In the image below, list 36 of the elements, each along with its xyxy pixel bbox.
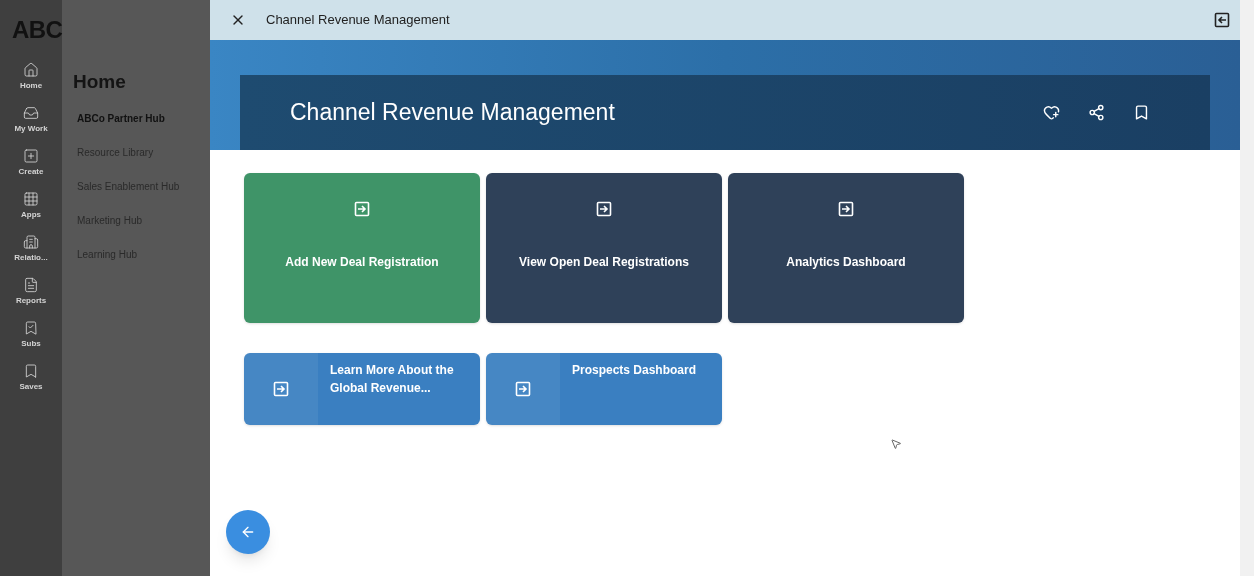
exit-icon[interactable] (1214, 12, 1230, 28)
pointer-icon (890, 438, 902, 450)
bookmark-icon[interactable] (1133, 104, 1150, 121)
rail-item[interactable]: Relatio... (2, 234, 60, 264)
share-icon[interactable] (1088, 104, 1105, 121)
rail-item[interactable]: Subs (2, 320, 60, 350)
building-icon (23, 234, 39, 250)
enter-icon (354, 201, 370, 217)
rail-item[interactable]: Home (2, 62, 60, 92)
rail-item[interactable]: My Work (2, 105, 60, 135)
tile-button[interactable]: View Open Deal Registrations (486, 173, 722, 323)
rail-item[interactable]: Reports (2, 277, 60, 307)
back-button[interactable] (226, 510, 270, 554)
plus-square-icon (23, 148, 39, 164)
menu-title: Home (73, 70, 127, 94)
tile-button[interactable]: Analytics Dashboard (728, 173, 964, 323)
home-icon (23, 62, 39, 78)
window-title: Channel Revenue Management (266, 11, 450, 30)
grid-icon (23, 191, 39, 207)
tile-button[interactable]: Add New Deal Registration (244, 173, 480, 323)
enter-icon (273, 381, 289, 397)
inbox-icon (23, 105, 39, 121)
enter-icon (515, 381, 531, 397)
enter-icon (838, 201, 854, 217)
bookmark-check-icon (23, 320, 39, 336)
favorite-icon[interactable] (1043, 104, 1060, 121)
bookmark-icon (23, 363, 39, 379)
tile-button[interactable]: Prospects Dashboard (486, 353, 722, 425)
rail-item[interactable]: Create (2, 148, 60, 178)
tile-button[interactable]: Learn More About the Global Revenue... (244, 353, 480, 425)
banner-title: Channel Revenue Management (290, 98, 615, 128)
enter-icon (596, 201, 612, 217)
document-icon (23, 277, 39, 293)
rail-item[interactable]: Apps (2, 191, 60, 221)
arrow-left-icon (240, 524, 256, 540)
rail-item[interactable]: Saves (2, 363, 60, 393)
